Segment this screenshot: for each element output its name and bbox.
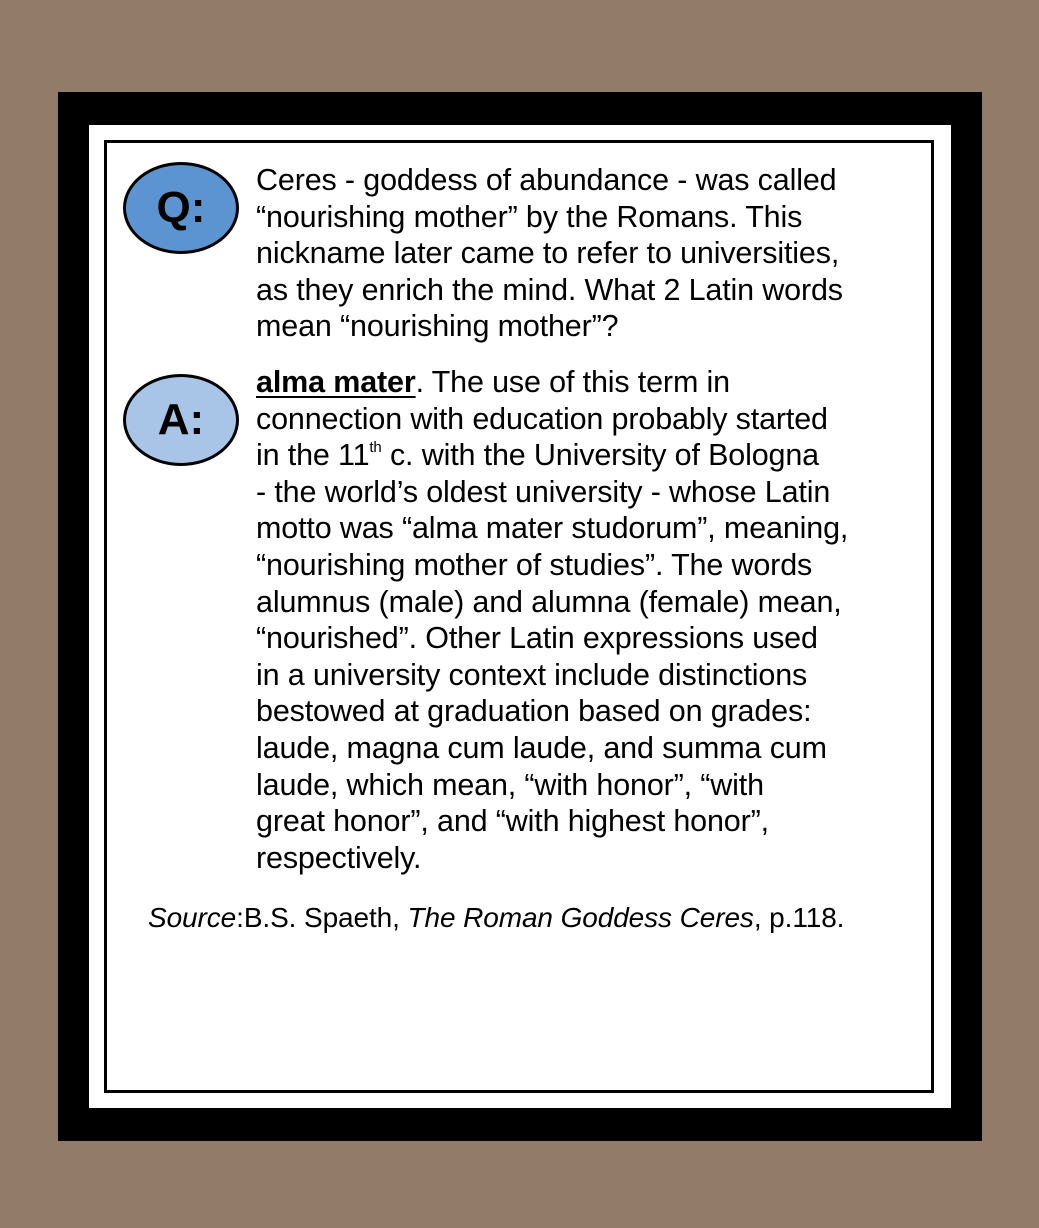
- answer-line-text: c. with the University of Bologna: [381, 438, 819, 473]
- question-line: as they enrich the mind. What 2 Latin wo…: [256, 272, 843, 307]
- question-badge-label: Q:: [156, 183, 206, 232]
- answer-badge-label: A:: [157, 395, 205, 444]
- source-colon: :: [236, 902, 244, 933]
- question-line: Ceres - goddess of abundance - was calle…: [256, 163, 837, 197]
- answer-badge: A:: [123, 374, 239, 466]
- answer-line: in the 11th c. with the University of Bo…: [256, 437, 848, 474]
- answer-line: laude, magna cum laude, and summa cum: [256, 730, 827, 765]
- question-line: “nourishing mother” by the Romans. This: [256, 199, 803, 234]
- answer-line: in a university context include distinct…: [256, 657, 808, 692]
- question-line: mean “nourishing mother”?: [256, 309, 619, 344]
- source-citation: Source:B.S. Spaeth, The Roman Goddess Ce…: [148, 900, 844, 936]
- source-book-title: The Roman Goddess Ceres: [407, 902, 754, 933]
- answer-line: “nourished”. Other Latin expressions use…: [256, 621, 818, 656]
- answer-line: motto was “alma mater studorum”, meaning…: [256, 511, 849, 546]
- answer-line-text: . The use of this term in: [415, 365, 731, 399]
- ordinal-superscript: th: [369, 439, 382, 457]
- question-text: Ceres - goddess of abundance - was calle…: [256, 162, 843, 345]
- answer-line: - the world’s oldest university - whose …: [256, 474, 831, 509]
- source-label: Source: [148, 902, 237, 933]
- answer-line: respectively.: [256, 840, 422, 875]
- question-line: nickname later came to refer to universi…: [256, 236, 840, 271]
- answer-line: bestowed at graduation based on grades:: [256, 694, 812, 729]
- answer-line: great honor”, and “with highest honor”,: [256, 804, 769, 839]
- source-page: , p.118.: [753, 902, 845, 933]
- answer-line: alma mater. The use of this term in: [256, 364, 848, 401]
- answer-line: alumnus (male) and alumna (female) mean,: [256, 584, 842, 619]
- answer-line: “nourishing mother of studies”. The word…: [256, 547, 813, 582]
- answer-text: alma mater. The use of this term in conn…: [256, 364, 848, 876]
- answer-line: connection with education probably start…: [256, 401, 828, 436]
- answer-term: alma mater: [256, 365, 416, 399]
- answer-line: laude, which mean, “with honor”, “with: [256, 767, 764, 802]
- question-badge: Q:: [123, 162, 239, 254]
- source-author: B.S. Spaeth,: [243, 902, 408, 933]
- answer-line-text: in the 11: [256, 438, 370, 473]
